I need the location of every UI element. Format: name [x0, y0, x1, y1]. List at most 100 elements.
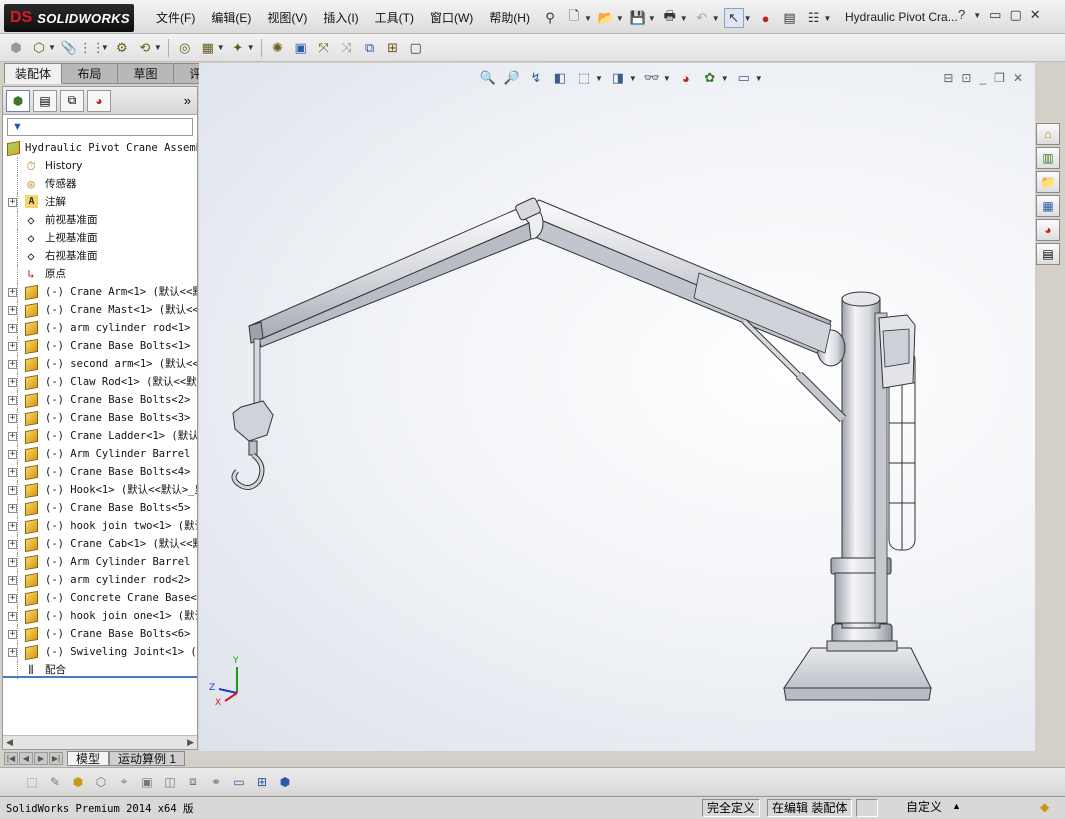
tree-filter-input[interactable]: ▼	[7, 118, 193, 136]
sketch-icon[interactable]: ⬚	[22, 772, 42, 792]
tree-row[interactable]: + (-) Crane Arm<1> (默认<<默	[3, 283, 197, 301]
tree-row[interactable]: + (-) arm cylinder rod<1> (默	[3, 319, 197, 337]
tree-row[interactable]: ◇ 前视基准面	[3, 211, 197, 229]
tree-row[interactable]: + (-) Arm Cylinder Barrel 1<	[3, 553, 197, 571]
scroll-right-arrow-icon[interactable]: ▶	[187, 737, 194, 748]
menu-item-2[interactable]: 视图(V)	[259, 9, 315, 26]
tree-row[interactable]: + (-) Crane Mast<1> (默认<<默	[3, 301, 197, 319]
tree-root-assembly[interactable]: Hydraulic Pivot Crane Assembl	[3, 139, 197, 157]
tree-row[interactable]: ⏱ History	[3, 157, 197, 175]
open-folder-icon[interactable]: 📂	[596, 8, 616, 28]
surface-icon[interactable]: ◫	[160, 772, 180, 792]
tree-row[interactable]: ◎ 传感器	[3, 175, 197, 193]
menu-item-3[interactable]: 插入(I)	[315, 9, 366, 26]
expand-plus-icon[interactable]: +	[8, 576, 17, 585]
chevron-down-icon[interactable]: ▼	[824, 14, 832, 23]
graphics-viewport[interactable]: 🔍 🔎 ↯ ◧ ⬚▼ ◨▼ 👓▼ ◕ ✿▼ ▭▼ ⊟ ⊡ _ ❐ ✕	[199, 63, 1035, 751]
exploded-view-icon[interactable]: ⤧	[314, 38, 334, 58]
tree-row[interactable]: + (-) Crane Base Bolts<4> (默	[3, 463, 197, 481]
expand-plus-icon[interactable]: +	[8, 198, 17, 207]
tree-row[interactable]: + (-) arm cylinder rod<2> (默	[3, 571, 197, 589]
chevron-down-icon[interactable]: ▼	[712, 14, 720, 23]
reference-geometry-icon[interactable]: ✦	[228, 38, 248, 58]
appearances-scenes-icon[interactable]: ◕	[1036, 219, 1060, 241]
tree-row[interactable]: + (-) Crane Ladder<1> (默认<	[3, 427, 197, 445]
bottom-tab-0[interactable]: 模型	[67, 751, 110, 766]
assembly-features-icon[interactable]: ▦	[198, 38, 218, 58]
command-tab-0[interactable]: 装配体	[4, 63, 63, 84]
chevron-down-icon[interactable]: ▼	[48, 43, 56, 52]
chevron-down-icon[interactable]: ▼	[680, 14, 688, 23]
expand-plus-icon[interactable]: +	[8, 522, 17, 531]
menu-item-5[interactable]: 窗口(W)	[422, 9, 481, 26]
chevron-down-icon[interactable]: ▼	[973, 11, 981, 23]
chevron-down-icon[interactable]: ▼	[584, 14, 592, 23]
tree-row[interactable]: ◇ 上视基准面	[3, 229, 197, 247]
tree-row[interactable]: + (-) Crane Base Bolts<6> (默	[3, 625, 197, 643]
tree-row[interactable]: + (-) Crane Base Bolts<1> (默	[3, 337, 197, 355]
expand-plus-icon[interactable]: +	[8, 540, 17, 549]
file-properties-icon[interactable]: ▤	[780, 8, 800, 28]
pin-icon[interactable]: ⚲	[540, 8, 560, 28]
design-library-icon[interactable]: ▥	[1036, 147, 1060, 169]
view-palette-icon[interactable]: ▦	[1036, 195, 1060, 217]
tree-row[interactable]: + (-) Crane Base Bolts<2> (默	[3, 391, 197, 409]
chevron-down-icon[interactable]: ▼	[648, 14, 656, 23]
bill-of-materials-icon[interactable]: ▣	[291, 38, 311, 58]
double-chevron-right-icon[interactable]: »	[184, 93, 191, 108]
show-hidden-components-icon[interactable]: ◎	[175, 38, 195, 58]
chevron-down-icon[interactable]: ▼	[217, 43, 225, 52]
expand-plus-icon[interactable]: +	[8, 396, 17, 405]
tree-row[interactable]: ◇ 右视基准面	[3, 247, 197, 265]
mate-paperclip-icon[interactable]: 📎	[59, 38, 79, 58]
new-motion-study-icon[interactable]: ✺	[268, 38, 288, 58]
sheet-metal-icon[interactable]: ⧈	[183, 772, 203, 792]
insert-component-icon[interactable]: ⬢	[6, 38, 26, 58]
expand-plus-icon[interactable]: +	[8, 378, 17, 387]
explode-line-sketch-icon[interactable]: ⤨	[337, 38, 357, 58]
filter-funnel-icon[interactable]: ▼	[12, 121, 23, 133]
undo-icon[interactable]: ↶	[692, 8, 712, 28]
tree-row[interactable]: + (-) hook join one<1> (默认<	[3, 607, 197, 625]
hook[interactable]	[231, 400, 274, 490]
smart-dimension-icon[interactable]: ⌖	[114, 772, 134, 792]
expand-plus-icon[interactable]: +	[8, 450, 17, 459]
expand-plus-icon[interactable]: +	[8, 612, 17, 621]
concrete-crane-base[interactable]	[783, 623, 932, 701]
new-part-icon[interactable]: ⬡	[29, 38, 49, 58]
interference-detection-icon[interactable]: ⧉	[360, 38, 380, 58]
configuration-manager-tab-icon[interactable]: ⧉	[60, 89, 84, 112]
crane-cab[interactable]	[878, 314, 916, 389]
expand-plus-icon[interactable]: +	[8, 342, 17, 351]
expand-plus-icon[interactable]: +	[8, 432, 17, 441]
bottom-tab-1[interactable]: 运动算例 1	[109, 751, 186, 766]
weldments-icon[interactable]: ⚭	[206, 772, 226, 792]
chevron-down-icon[interactable]: ▼	[101, 43, 109, 52]
expand-plus-icon[interactable]: +	[8, 504, 17, 513]
tree-row[interactable]: + (-) Hook<1> (默认<<默认>_显	[3, 481, 197, 499]
tag-icon[interactable]: ◆	[1040, 800, 1049, 814]
expand-plus-icon[interactable]: +	[8, 360, 17, 369]
custom-properties-icon[interactable]: ▤	[1036, 243, 1060, 265]
units-menu-caret-icon[interactable]: ▲	[952, 801, 961, 811]
maximize-icon[interactable]: ▢	[1009, 7, 1021, 23]
options-icon[interactable]: ☷	[804, 8, 824, 28]
expand-plus-icon[interactable]: +	[8, 630, 17, 639]
menu-item-6[interactable]: 帮助(H)	[481, 9, 538, 26]
menu-item-1[interactable]: 编辑(E)	[203, 9, 259, 26]
isometric-cube-icon[interactable]: ⬢	[275, 772, 295, 792]
tree-row[interactable]: + A 注解	[3, 193, 197, 211]
linear-pattern-icon[interactable]: ⋮⋮	[79, 38, 105, 58]
command-tab-2[interactable]: 草图	[118, 63, 175, 84]
minimize-icon[interactable]: ▭	[989, 7, 1001, 23]
expand-plus-icon[interactable]: +	[8, 486, 17, 495]
instant3d-icon[interactable]: ▢	[406, 38, 426, 58]
tree-row[interactable]: + (-) Arm Cylinder Barrel 1<	[3, 445, 197, 463]
last-tab-arrow-icon[interactable]: ▶|	[49, 752, 63, 765]
second-arm[interactable]	[518, 199, 832, 354]
expand-plus-icon[interactable]: +	[8, 414, 17, 423]
crane-arm[interactable]	[248, 197, 541, 348]
tree-row[interactable]: + (-) Claw Rod<1> (默认<<默认	[3, 373, 197, 391]
chevron-down-icon[interactable]: ▼	[616, 14, 624, 23]
next-tab-arrow-icon[interactable]: ▶	[34, 752, 48, 765]
